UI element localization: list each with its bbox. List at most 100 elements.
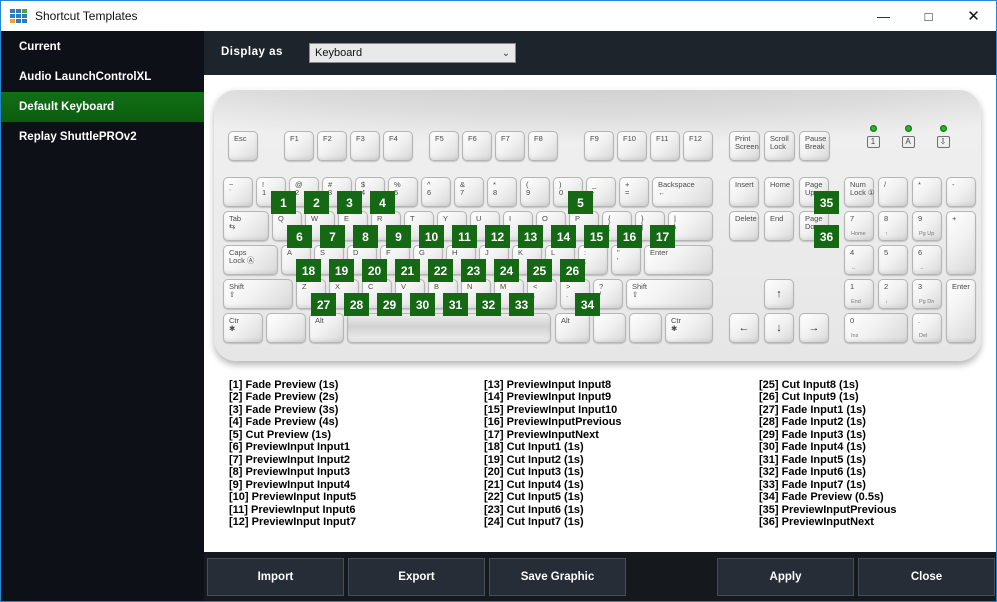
keyboard-key[interactable]: F12 (683, 131, 713, 161)
key-label: (9 (526, 180, 531, 197)
keyboard-key[interactable]: " ' (611, 245, 641, 275)
keyboard-key[interactable]: * (912, 177, 942, 207)
close-window-button[interactable]: ✕ (951, 1, 996, 31)
scrolllock-indicator-icon: ⇩ (936, 136, 950, 148)
legend-entry: [10] PreviewInput Input5 (229, 491, 357, 504)
keyboard-key[interactable] (629, 313, 662, 343)
keyboard-key[interactable]: 9 Pg Up (912, 211, 942, 241)
keyboard-key[interactable]: ↓ (764, 313, 794, 343)
keyboard-key[interactable]: / (878, 177, 908, 207)
keyboard-key[interactable]: Enter (644, 245, 713, 275)
keyboard-key[interactable]: Ctr ✱ (223, 313, 263, 343)
keyboard-key[interactable]: F8 (528, 131, 558, 161)
keyboard-key[interactable]: F6 (462, 131, 492, 161)
keyboard-key[interactable]: End (764, 211, 794, 241)
keyboard-key[interactable] (266, 313, 306, 343)
minimize-button[interactable]: — (861, 1, 906, 31)
keyboard-key[interactable]: Tab ⇆ (223, 211, 269, 241)
keyboard-key[interactable]: ↑ (764, 279, 794, 309)
keyboard-key[interactable]: Num Lock ① (844, 177, 875, 207)
export-button[interactable]: Export (348, 558, 485, 596)
keyboard-key[interactable]: 0 Ins (844, 313, 908, 343)
keyboard-key[interactable]: Shift ⇧ (223, 279, 293, 309)
sidebar-item-audio-launchcontrolxl[interactable]: Audio LaunchControlXL (1, 62, 204, 92)
keyboard-key[interactable]: F11 (650, 131, 680, 161)
keyboard-key[interactable]: Enter (946, 279, 976, 343)
display-as-dropdown[interactable]: Keyboard ⌄ (309, 43, 516, 63)
keyboard-key[interactable]: * 8 (487, 177, 517, 207)
key-label: F12 (689, 134, 702, 143)
keyboard-key[interactable]: 1 End (844, 279, 874, 309)
keyboard-key[interactable]: Alt (309, 313, 344, 343)
keyboard-key[interactable]: Ctr ✱ (665, 313, 713, 343)
keyboard-key[interactable]: Scroll Lock (764, 131, 795, 161)
sidebar-item-replay-shuttleprov2[interactable]: Replay ShuttlePROv2 (1, 122, 204, 152)
keyboard-key[interactable]: Delete (729, 211, 759, 241)
keyboard-key[interactable]: 5 (878, 245, 908, 275)
keyboard-key[interactable]: + = (619, 177, 649, 207)
keyboard-key[interactable]: + (946, 211, 976, 275)
shortcut-number-badge: 16 (617, 225, 642, 248)
keyboard-key[interactable]: >. 34 (560, 279, 600, 316)
close-button[interactable]: Close (858, 558, 995, 596)
shortcut-number-badge: 2 (304, 191, 329, 214)
keyboard-key[interactable]: F1 (284, 131, 314, 161)
keyboard-key[interactable]: F5 (429, 131, 459, 161)
keyboard-key[interactable]: ) 0 5 (553, 177, 593, 214)
keyboard-key[interactable]: 6 → (912, 245, 942, 275)
keyboard-key[interactable]: ~ ` (223, 177, 253, 207)
keyboard-key[interactable]: . Del (912, 313, 942, 343)
keyboard-key[interactable]: ← (729, 313, 759, 343)
keyboard-key[interactable]: Insert (729, 177, 759, 207)
keyboard-key[interactable]: ^ 6 (421, 177, 451, 207)
indicator-led: A (897, 125, 919, 148)
sidebar-item-label: Default Keyboard (19, 101, 115, 113)
key-label: F2 (323, 134, 332, 143)
keyboard-key[interactable]: 3 Pg Dn (912, 279, 942, 309)
keyboard-key[interactable]: F2 (317, 131, 347, 161)
shortcut-number-badge: 19 (329, 259, 354, 282)
keyboard-key[interactable]: ! 1 1 (256, 177, 296, 214)
keyboard-key[interactable]: 7 Home (844, 211, 874, 241)
key-label: Z (302, 282, 307, 291)
sidebar-item-current[interactable]: Current (1, 32, 204, 62)
keyboard-key[interactable]: → (799, 313, 829, 343)
keyboard-key[interactable]: Home (764, 177, 794, 207)
keyboard-key[interactable]: Alt (555, 313, 590, 343)
keyboard-key[interactable]: Backspace ← (652, 177, 713, 207)
key-label: O (542, 214, 548, 223)
keyboard-key[interactable]: & 7 (454, 177, 484, 207)
shortcut-number-badge: 27 (311, 293, 336, 316)
keyboard-key[interactable]: Print Screen (729, 131, 760, 161)
keyboard-key[interactable]: F9 (584, 131, 614, 161)
save-graphic-button[interactable]: Save Graphic (489, 558, 626, 596)
keyboard-key[interactable]: 8 ↑ (878, 211, 908, 241)
keyboard-key[interactable]: Shift ⇧ (626, 279, 713, 309)
keyboard-key[interactable]: 4 ← (844, 245, 874, 275)
keyboard-key[interactable]: F3 (350, 131, 380, 161)
keyboard-key[interactable]: - (946, 177, 976, 207)
sidebar-item-default-keyboard[interactable]: Default Keyboard (1, 92, 204, 122)
keyboard-key[interactable]: F10 (617, 131, 647, 161)
keyboard-key[interactable]: Pause Break (799, 131, 830, 161)
key-label: @2 (295, 180, 303, 197)
keyboard-key[interactable]: Page Up 35 (799, 177, 839, 214)
keyboard-key[interactable]: (9 (520, 177, 550, 207)
keyboard-key[interactable]: Q6 (272, 211, 312, 248)
apply-button[interactable]: Apply (717, 558, 854, 596)
legend-entry: [16] PreviewInputPrevious (484, 416, 622, 429)
key-label: ↓ (776, 322, 782, 334)
keyboard-key[interactable]: Caps Lock Ⓐ (223, 245, 278, 275)
maximize-button[interactable]: □ (906, 1, 951, 31)
keyboard-key[interactable]: PageDown36 (799, 211, 839, 248)
keyboard-key[interactable]: A 18 (281, 245, 321, 282)
keyboard-key[interactable]: F7 (495, 131, 525, 161)
keyboard-key[interactable]: Esc (228, 131, 258, 161)
keyboard-key[interactable]: F4 (383, 131, 413, 161)
key-label: Shift ⇧ (229, 282, 245, 299)
keyboard-key[interactable]: 2 ↓ (878, 279, 908, 309)
keyboard-key[interactable] (347, 313, 551, 343)
import-button[interactable]: Import (207, 558, 344, 596)
keyboard-key[interactable]: Z 27 (296, 279, 336, 316)
keyboard-key[interactable] (593, 313, 626, 343)
